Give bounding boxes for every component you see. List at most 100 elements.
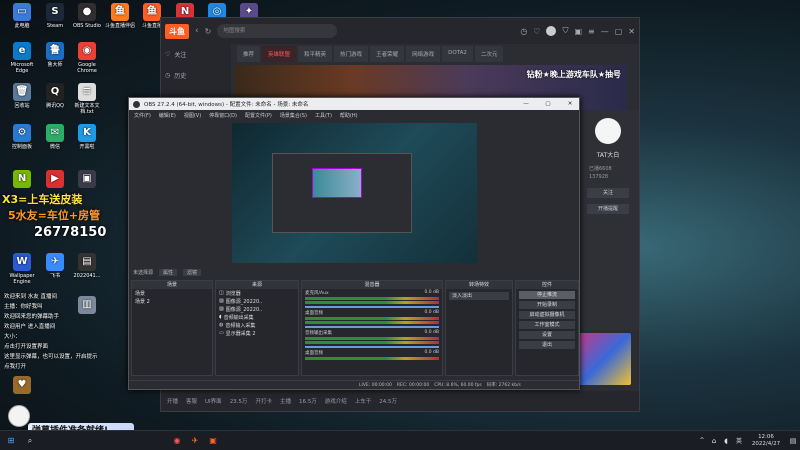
start-recording-button[interactable]: 开始录制: [519, 301, 575, 309]
bottom-item[interactable]: UI界面: [205, 397, 222, 405]
settings-button[interactable]: 设置: [519, 331, 575, 339]
menu-scene-collection[interactable]: 场景集合(S): [280, 112, 307, 119]
refresh-icon[interactable]: ↻: [205, 27, 212, 36]
maximize-icon[interactable]: ▢: [615, 27, 623, 36]
search-icon[interactable]: ⌕: [22, 433, 38, 449]
volume-icon[interactable]: ◖: [720, 433, 732, 449]
desktop-icon[interactable]: 鲁鲁大师: [38, 42, 72, 68]
menu-view[interactable]: 视图(V): [184, 112, 201, 119]
desktop-icon[interactable]: K 开黑啦: [70, 124, 104, 150]
tray-up-icon[interactable]: ^: [696, 433, 708, 449]
bottom-item[interactable]: 客服: [186, 397, 197, 405]
game-thumbnail[interactable]: [579, 333, 631, 385]
user-avatar[interactable]: [546, 26, 557, 36]
exit-button[interactable]: 退出: [519, 341, 575, 349]
search-input[interactable]: 地图搜索: [217, 24, 338, 38]
filters-button[interactable]: 滤镜: [183, 269, 202, 276]
desktop-icon[interactable]: ◉ Google Chrome: [70, 42, 104, 74]
tab-lol[interactable]: 英雄联盟: [262, 46, 297, 62]
tab-recommend[interactable]: 推荐: [237, 46, 261, 62]
menu-icon[interactable]: ≡: [588, 27, 595, 36]
heart-icon[interactable]: ♡: [533, 27, 540, 36]
panel-header: 来源: [216, 281, 298, 289]
source-item[interactable]: ▨ 图像源_20220..: [216, 297, 298, 305]
desktop-icon[interactable]: 🗑 回收站: [5, 83, 39, 109]
menu-help[interactable]: 帮助(H): [340, 112, 358, 119]
maximize-icon[interactable]: ▢: [539, 101, 557, 107]
scene-item[interactable]: 场景 2: [132, 297, 212, 305]
notify-button[interactable]: 开播提醒: [587, 204, 629, 214]
studio-mode-button[interactable]: 工作室模式: [519, 321, 575, 329]
shirt-icon[interactable]: ⛉: [562, 26, 568, 36]
tab-online[interactable]: 网络游戏: [406, 46, 441, 62]
source-item[interactable]: ▨ 图像源_20220..: [216, 305, 298, 313]
desktop-icon[interactable]: S Steam: [38, 3, 72, 29]
obs-preview[interactable]: [232, 123, 477, 263]
source-item[interactable]: ◫ 浏览器: [216, 289, 298, 297]
network-icon[interactable]: ⌂: [708, 433, 720, 449]
desktop-icon[interactable]: ▣: [70, 170, 104, 190]
transition-select[interactable]: 淡入淡出: [449, 292, 509, 300]
tab-acg[interactable]: 二次元: [474, 46, 504, 62]
notification-icon[interactable]: ▤: [786, 433, 800, 449]
menu-profile[interactable]: 配置文件(P): [245, 112, 272, 119]
desktop-icon[interactable]: ▶: [38, 170, 72, 190]
close-icon[interactable]: ✕: [561, 101, 579, 107]
bottom-item[interactable]: 上车干: [355, 397, 372, 405]
volume-slider[interactable]: [305, 346, 439, 348]
desktop-icon[interactable]: 鱼斗鱼直播伴侣: [103, 3, 137, 29]
bottom-item[interactable]: 开播: [167, 397, 178, 405]
bottom-item[interactable]: 开打卡: [255, 397, 272, 405]
desktop-icon[interactable]: N: [5, 170, 39, 190]
menu-tools[interactable]: 工具(T): [315, 112, 332, 119]
stop-streaming-button[interactable]: 停止推流: [519, 291, 575, 299]
close-icon[interactable]: ✕: [628, 27, 635, 36]
chat-line: 欢迎来到 水友 直播间: [4, 294, 57, 300]
properties-button[interactable]: 属性: [159, 269, 178, 276]
virtual-camera-button[interactable]: 启动虚拟摄像机: [519, 311, 575, 319]
desktop-icon[interactable]: ≡ 新建文本文档.txt: [70, 83, 104, 115]
taskbar-app-browser[interactable]: ◉: [168, 433, 186, 449]
minimize-icon[interactable]: —: [601, 27, 609, 36]
desktop-icon[interactable]: e Microsoft Edge: [5, 42, 39, 74]
desktop-icon[interactable]: Q 腾讯QQ: [38, 83, 72, 109]
douyu-logo[interactable]: 斗鱼: [165, 23, 189, 39]
tab-pubg[interactable]: 和平精英: [298, 46, 333, 62]
sidebar-item-history[interactable]: ◷ 历史: [161, 65, 231, 86]
volume-slider[interactable]: [305, 326, 439, 328]
desktop-icon[interactable]: ✈ 飞书: [38, 253, 72, 279]
start-button[interactable]: ⊞: [0, 433, 22, 449]
tab-dota2[interactable]: DOTA2: [442, 46, 473, 62]
obs-titlebar[interactable]: OBS 27.2.4 (64-bit, windows) - 配置文件: 未命名…: [129, 98, 579, 110]
desktop-icon[interactable]: ● OBS Studio: [70, 3, 104, 29]
tab-hot[interactable]: 热门游戏: [334, 46, 369, 62]
tab-honor[interactable]: 王者荣耀: [370, 46, 405, 62]
volume-slider[interactable]: [305, 306, 439, 308]
desktop-icon[interactable]: ▭ 此电脑: [5, 3, 39, 29]
input-language[interactable]: 英: [732, 433, 746, 449]
taskbar-app-douyu2[interactable]: ▣: [204, 433, 222, 449]
sidebar-item-follow[interactable]: ♡ 关注: [161, 44, 231, 65]
mic-icon: ◍: [219, 322, 224, 328]
clock[interactable]: 12:06 2022/4/27: [746, 434, 786, 448]
menu-edit[interactable]: 编辑(E): [159, 112, 176, 119]
follow-button[interactable]: 关注: [587, 188, 629, 198]
source-item[interactable]: ◖ 音频输出采集: [216, 313, 298, 321]
bottom-item[interactable]: 游戏介绍: [325, 397, 347, 405]
scene-item[interactable]: 场景: [132, 289, 212, 297]
source-item[interactable]: ▭ 显示器采集 2: [216, 329, 298, 337]
taskbar-app-douyu[interactable]: ✈: [186, 433, 204, 449]
desktop-icon[interactable]: ⚙ 控制面板: [5, 124, 39, 150]
source-item[interactable]: ◍ 音频输入采集: [216, 321, 298, 329]
streamer-avatar[interactable]: [595, 118, 621, 144]
desktop-icon[interactable]: ▤ 2022041...: [70, 253, 104, 279]
desktop-icon[interactable]: W Wallpaper Engine: [5, 253, 39, 285]
back-icon[interactable]: ‹: [195, 26, 199, 36]
bag-icon[interactable]: ▣: [574, 27, 582, 36]
bottom-item[interactable]: 主播: [280, 397, 291, 405]
menu-docks[interactable]: 停靠窗口(D): [209, 112, 237, 119]
menu-file[interactable]: 文件(F): [134, 112, 151, 119]
clock-icon[interactable]: ◷: [520, 27, 527, 36]
minimize-icon[interactable]: —: [517, 101, 535, 107]
desktop-icon[interactable]: ✉ 微信: [38, 124, 72, 150]
